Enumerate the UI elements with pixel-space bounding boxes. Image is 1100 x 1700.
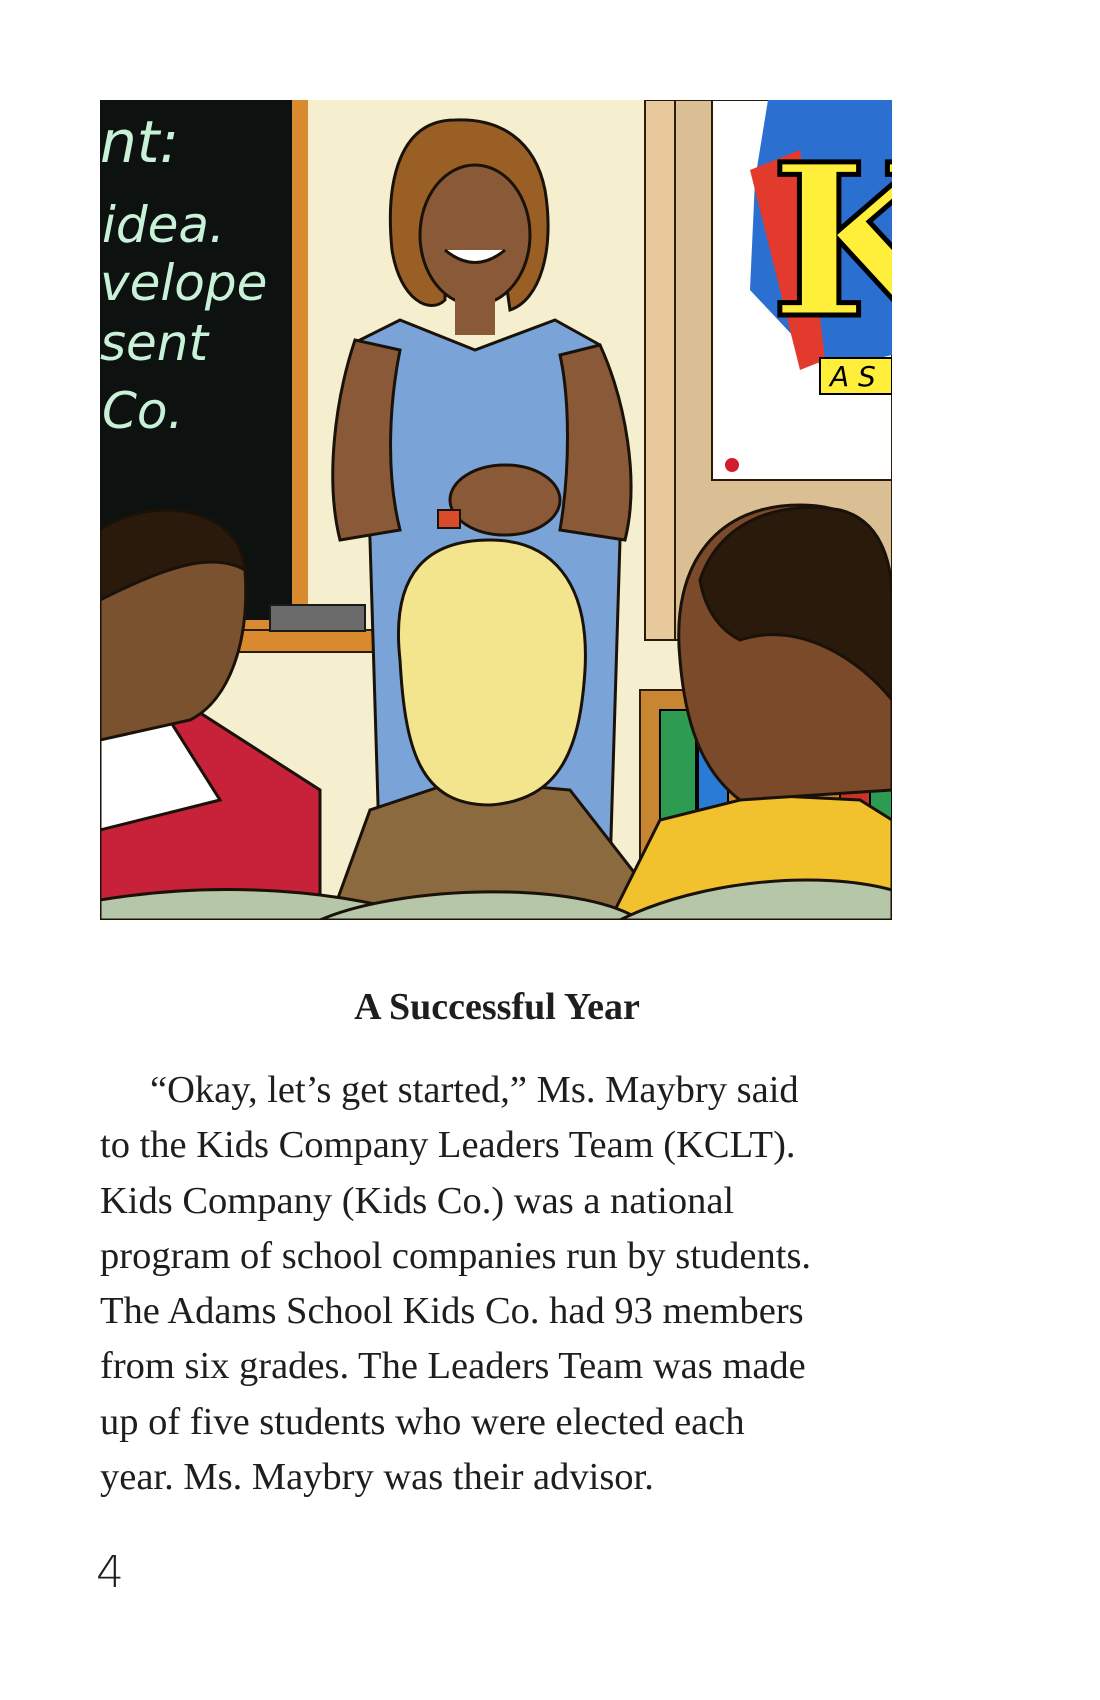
chalkboard-line-4: sent [100,314,211,372]
kids-co-poster: K A S [711,100,892,481]
story-line-2: to the Kids Company Leaders Team (KCLT). [100,1124,796,1167]
story-line-6: from six grades. The Leaders Team was ma… [100,1345,806,1388]
story-line-7: up of five students who were elected eac… [100,1400,745,1443]
story-line-5: The Adams School Kids Co. had 93 members [100,1290,804,1333]
page-number: 4 [96,1547,124,1598]
chalkboard-line-2: idea. [102,196,225,254]
story-text: “Okay, let’s get started,” Ms. Maybry sa… [100,1063,920,1505]
chalkboard-line-1: nt: [100,108,179,176]
poster-letter: K [770,118,892,365]
story-line-1: “Okay, let’s get started,” Ms. Maybry sa… [150,1069,799,1111]
chalkboard-line-5: Co. [102,382,183,440]
classroom-illustration: nt: idea. velope sent Co. K A S [100,100,892,920]
story-line-4: program of school companies run by stude… [100,1234,812,1277]
story-line-8: year. Ms. Maybry was their advisor. [100,1456,654,1499]
section-title: A Successful Year [354,986,640,1028]
chalkboard-line-3: velope [100,254,267,312]
poster-subtext: A S [828,360,876,393]
story-line-3: Kids Company (Kids Co.) was a national [100,1179,735,1222]
